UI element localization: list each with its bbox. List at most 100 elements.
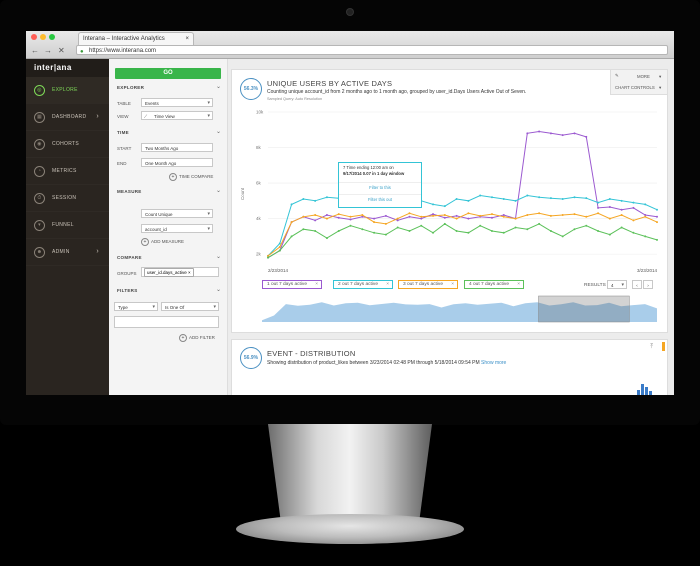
data-point[interactable] — [455, 230, 458, 233]
sidebar-item-dashboard[interactable]: ▦ DASHBOARD › — [26, 104, 109, 131]
measure-column-select[interactable]: account_id ▾ — [141, 224, 213, 233]
data-point[interactable] — [549, 230, 552, 233]
data-point[interactable] — [373, 221, 376, 224]
data-point[interactable] — [585, 135, 588, 138]
data-point[interactable] — [314, 219, 317, 222]
data-point[interactable] — [278, 242, 281, 245]
data-point[interactable] — [632, 201, 635, 204]
view-select[interactable]: ⟋ Time View ▾ — [141, 111, 213, 120]
data-point[interactable] — [538, 212, 541, 215]
series-line[interactable] — [267, 223, 658, 259]
data-point[interactable] — [443, 222, 446, 225]
data-point[interactable] — [573, 196, 576, 199]
data-point[interactable] — [349, 215, 352, 218]
data-point[interactable] — [420, 215, 423, 218]
data-point[interactable] — [549, 197, 552, 200]
remove-series-icon[interactable]: × — [517, 281, 520, 289]
data-point[interactable] — [408, 230, 411, 233]
data-point[interactable] — [490, 230, 493, 233]
maximize-window-button[interactable] — [49, 34, 55, 40]
sidebar-item-explore[interactable]: ◎ EXPLORE — [26, 77, 109, 104]
series-line[interactable] — [267, 212, 658, 257]
data-point[interactable] — [467, 199, 470, 202]
data-point[interactable] — [597, 206, 600, 209]
data-point[interactable] — [549, 132, 552, 135]
brush-selection[interactable] — [538, 295, 630, 323]
filter-type-select[interactable]: Type ▾ — [114, 302, 158, 311]
data-point[interactable] — [620, 214, 623, 217]
filter-out-link[interactable]: Filter this out — [339, 194, 421, 202]
data-point[interactable] — [349, 218, 352, 221]
data-point[interactable] — [644, 214, 647, 217]
chevron-down-icon[interactable]: ⌄ — [216, 128, 221, 135]
data-point[interactable] — [608, 206, 611, 209]
data-point[interactable] — [585, 197, 588, 200]
data-point[interactable] — [644, 215, 647, 218]
data-point[interactable] — [455, 198, 458, 201]
browser-tab[interactable]: Interana – Interactive Analytics × — [78, 32, 194, 45]
data-point[interactable] — [573, 213, 576, 216]
data-point[interactable] — [349, 224, 352, 227]
data-point[interactable] — [337, 230, 340, 233]
data-point[interactable] — [644, 235, 647, 238]
go-button[interactable]: GO — [115, 68, 221, 79]
data-point[interactable] — [502, 214, 505, 217]
data-point[interactable] — [325, 237, 328, 240]
data-point[interactable] — [443, 205, 446, 208]
data-point[interactable] — [396, 226, 399, 229]
data-point[interactable] — [443, 214, 446, 217]
legend-item[interactable]: 3 out 7 days active × — [398, 280, 458, 289]
data-point[interactable] — [561, 134, 564, 137]
data-point[interactable] — [373, 231, 376, 234]
data-point[interactable] — [620, 199, 623, 202]
chevron-down-icon[interactable]: ⌄ — [216, 286, 221, 293]
data-point[interactable] — [608, 217, 611, 220]
data-point[interactable] — [455, 214, 458, 217]
data-point[interactable] — [467, 231, 470, 234]
data-point[interactable] — [526, 194, 529, 197]
data-point[interactable] — [384, 222, 387, 225]
back-button[interactable]: ← — [31, 45, 39, 56]
data-point[interactable] — [656, 238, 658, 241]
legend-item[interactable]: 4 out 7 days active × — [464, 280, 524, 289]
data-point[interactable] — [267, 256, 269, 259]
data-point[interactable] — [514, 226, 517, 229]
data-point[interactable] — [632, 231, 635, 234]
data-point[interactable] — [314, 214, 317, 217]
data-point[interactable] — [432, 203, 435, 206]
data-point[interactable] — [420, 217, 423, 220]
data-point[interactable] — [620, 208, 623, 211]
sidebar-item-session[interactable]: ⏱ SESSION — [26, 185, 109, 212]
data-point[interactable] — [597, 212, 600, 215]
data-point[interactable] — [656, 215, 658, 218]
data-point[interactable] — [290, 203, 293, 206]
sidebar-item-funnel[interactable]: ▾ FUNNEL — [26, 212, 109, 239]
data-point[interactable] — [290, 221, 293, 224]
sidebar-item-cohorts[interactable]: ◉ COHORTS — [26, 131, 109, 158]
data-point[interactable] — [361, 215, 364, 218]
data-point[interactable] — [325, 214, 328, 217]
measure-select[interactable]: Count Unique ▾ — [141, 209, 213, 218]
stop-button[interactable]: ✕ — [58, 45, 65, 56]
data-point[interactable] — [538, 222, 541, 225]
time-compare-button[interactable]: + TIME COMPARE — [169, 173, 213, 181]
data-point[interactable] — [267, 254, 269, 257]
data-point[interactable] — [573, 132, 576, 135]
data-point[interactable] — [644, 203, 647, 206]
data-point[interactable] — [314, 230, 317, 233]
data-point[interactable] — [325, 217, 328, 220]
chevron-down-icon[interactable]: ⌄ — [216, 187, 221, 194]
group-tag[interactable]: user_id.days_active × — [144, 268, 194, 277]
forward-button[interactable]: → — [44, 45, 52, 56]
data-point[interactable] — [467, 217, 470, 220]
data-point[interactable] — [479, 194, 482, 197]
next-page-button[interactable]: › — [643, 280, 653, 289]
data-point[interactable] — [314, 199, 317, 202]
data-point[interactable] — [408, 212, 411, 215]
groups-input[interactable]: user_id.days_active × — [141, 267, 219, 277]
data-point[interactable] — [608, 198, 611, 201]
pin-icon[interactable]: ⤒ — [650, 344, 653, 351]
data-point[interactable] — [479, 224, 482, 227]
data-point[interactable] — [384, 233, 387, 236]
data-point[interactable] — [632, 219, 635, 222]
